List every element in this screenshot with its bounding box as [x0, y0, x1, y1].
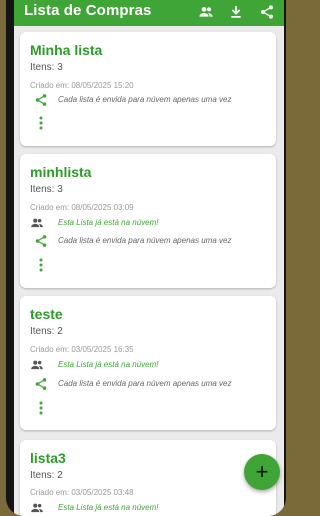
share-icon[interactable]	[34, 377, 48, 391]
group-icon	[31, 360, 43, 370]
cloud-status-row: Esta Lista já está na núvem!	[30, 358, 270, 372]
share-note: Cada lista é envida para núvem apenas um…	[58, 379, 232, 388]
list-created-date: Criado em: 08/05/2025 03:09	[30, 203, 134, 212]
app-bar: Lista de Compras	[14, 0, 284, 26]
more-options-icon[interactable]	[39, 258, 43, 272]
share-icon[interactable]	[34, 234, 48, 248]
list-created-date: Criado em: 03/05/2025 03:48	[30, 488, 134, 497]
add-list-button[interactable]: +	[244, 454, 280, 490]
group-icon	[31, 218, 43, 228]
share-icon[interactable]	[34, 93, 48, 107]
app-screen: Lista de Compras Minha lista Itens: 3 Cr…	[14, 0, 284, 516]
list-card[interactable]: teste Itens: 2 Criado em: 03/05/2025 16:…	[20, 296, 276, 430]
share-row: Cada lista é envida para núvem apenas um…	[30, 234, 270, 248]
share-row: Cada lista é envida para núvem apenas um…	[30, 93, 270, 107]
app-title: Lista de Compras	[24, 2, 152, 19]
list-name: lista3	[30, 450, 66, 466]
phone-frame: Lista de Compras Minha lista Itens: 3 Cr…	[6, 0, 286, 516]
list-name: teste	[30, 306, 63, 322]
download-icon[interactable]	[228, 4, 244, 20]
share-icon[interactable]	[259, 4, 275, 20]
list-name: minhlista	[30, 164, 92, 180]
cloud-status: Esta Lista já está na núvem!	[58, 360, 159, 369]
list-name: Minha lista	[30, 42, 103, 58]
share-row: Cada lista é envida para núvem apenas um…	[30, 377, 270, 391]
cloud-status-row: Esta Lista já está na núvem!	[30, 216, 270, 230]
list-item-count: Itens: 3	[30, 184, 63, 195]
list-created-date: Criado em: 08/05/2025 15:20	[30, 81, 134, 90]
cloud-status: Esta Lista já está na núvem!	[58, 218, 159, 227]
list-card[interactable]: lista3 Itens: 2 Criado em: 03/05/2025 03…	[20, 440, 276, 516]
cloud-status-row: Esta Lista já está na núvem!	[30, 501, 270, 515]
group-icon[interactable]	[198, 4, 214, 20]
more-options-icon[interactable]	[39, 116, 43, 130]
list-item-count: Itens: 3	[30, 62, 63, 73]
share-note: Cada lista é envida para núvem apenas um…	[58, 236, 232, 245]
group-icon	[31, 503, 43, 513]
list-item-count: Itens: 2	[30, 326, 63, 337]
share-note: Cada lista é envida para núvem apenas um…	[58, 95, 232, 104]
list-item-count: Itens: 2	[30, 470, 63, 481]
list-created-date: Criado em: 03/05/2025 16:35	[30, 345, 134, 354]
list-card[interactable]: Minha lista Itens: 3 Criado em: 08/05/20…	[20, 32, 276, 146]
cloud-status: Esta Lista já está na núvem!	[58, 503, 159, 512]
more-options-icon[interactable]	[39, 401, 43, 415]
list-card[interactable]: minhlista Itens: 3 Criado em: 08/05/2025…	[20, 154, 276, 288]
